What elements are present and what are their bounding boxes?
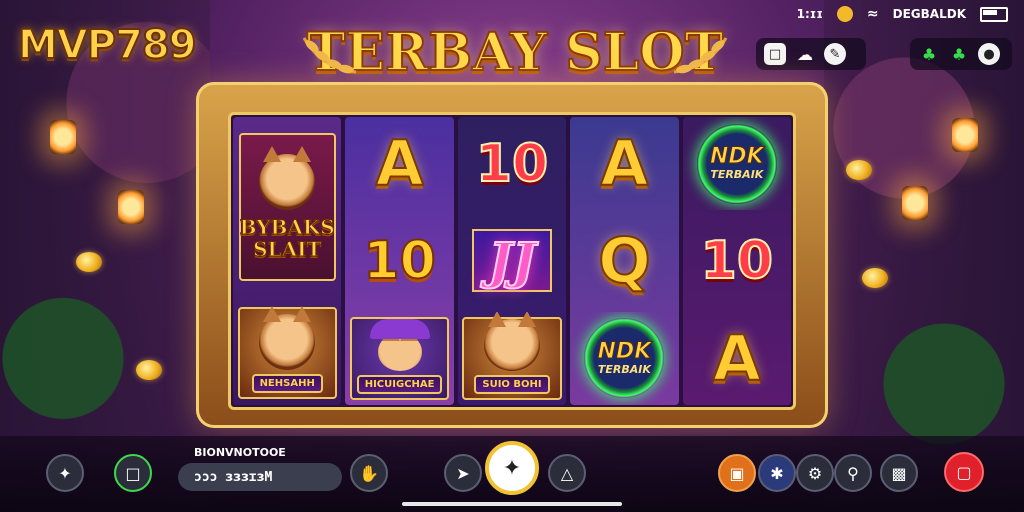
- wifi-icon: ≈: [866, 6, 879, 22]
- reel-cell: NDK TERBAIK: [570, 312, 678, 405]
- ndk-symbol-subtitle: TERBAIK: [710, 168, 764, 182]
- game-title: TERBAY SLOT: [306, 21, 725, 84]
- reel-cell: SUIO BOHI: [458, 311, 566, 405]
- ndk-symbol-title: NDK: [709, 144, 764, 170]
- lantern-right: [952, 118, 978, 152]
- hand-icon[interactable]: ✋: [350, 454, 388, 492]
- coin-decoration: [136, 360, 162, 380]
- wizard-hat-icon: [369, 319, 430, 340]
- ndk-symbol-subtitle: TERBAIK: [597, 362, 651, 376]
- game-title-banner: TERBAY SLOT: [300, 18, 730, 88]
- ndk-symbol: NDK TERBAIK: [696, 123, 777, 204]
- wild-symbol: SUIO BOHI: [462, 311, 562, 400]
- reel-cell: A: [345, 117, 453, 210]
- wild-symbol-label: HICUIGCHAE: [356, 374, 443, 394]
- brand-logo: MVP789: [17, 21, 198, 69]
- reel-frame: BYBAKS SLAIT NEHSAHH A 10 HICUIGCHAE 10 …: [196, 82, 828, 428]
- letter-symbol: A: [599, 126, 649, 201]
- reel-cell: A: [683, 312, 791, 405]
- wizard-portrait-icon: [377, 325, 422, 371]
- jj-symbol: JJ: [472, 229, 552, 293]
- gear-icon[interactable]: ⚙: [796, 454, 834, 492]
- ndk-symbol: NDK TERBAIK: [584, 318, 665, 399]
- reel-cell: Q: [570, 214, 678, 307]
- menu-sparkle-icon[interactable]: ✦: [46, 454, 84, 492]
- reel-2: A 10 HICUIGCHAE: [345, 117, 454, 405]
- coin-decoration: [846, 160, 872, 180]
- number-symbol: 10: [475, 133, 549, 195]
- clover-icon-2[interactable]: ♣: [948, 43, 970, 65]
- wild-symbol: HICUIGCHAE: [349, 317, 450, 400]
- lantern-left-2: [118, 190, 144, 224]
- puma-portrait-icon: [484, 311, 540, 371]
- top-right-panel-right: ♣ ♣ ●: [910, 38, 1012, 70]
- network-label: DEGBALDK: [892, 7, 966, 21]
- lion-portrait-icon: [259, 305, 316, 370]
- top-right-panel-left: □ ☁ ✎: [756, 38, 866, 70]
- lantern-left: [50, 120, 76, 154]
- turbo-icon[interactable]: △: [548, 454, 586, 492]
- arrow-icon[interactable]: ➤: [444, 454, 482, 492]
- balance-panel: BIONVNOTOOE ɔɔɔ ɜɜɜɪɜM: [178, 446, 342, 491]
- status-time: 1:ɪɪ: [796, 7, 823, 21]
- reel-cell: NDK TERBAIK: [683, 117, 791, 210]
- puzzle-icon[interactable]: ✱: [758, 454, 796, 492]
- clover-icon[interactable]: ♣: [918, 43, 940, 65]
- hero-portrait-icon: [259, 145, 316, 210]
- wild-symbol-label: NEHSAHH: [251, 373, 323, 393]
- laurel-right-icon: [673, 37, 728, 74]
- battery-icon: [980, 6, 1008, 22]
- reel-5: NDK TERBAIK 10 A: [682, 117, 792, 405]
- letter-symbol: A: [375, 126, 425, 201]
- settings-icon[interactable]: ✎: [824, 43, 846, 65]
- reel-cell: 10: [458, 117, 566, 210]
- exit-icon[interactable]: ▢: [944, 452, 984, 492]
- balance-value: ɔɔɔ ɜɜɜɪɜM: [178, 463, 342, 491]
- coin-decoration: [862, 268, 888, 288]
- balance-label: BIONVNOTOOE: [194, 446, 286, 459]
- coin-decoration: [76, 252, 102, 272]
- number-symbol: 10: [700, 230, 774, 292]
- reel-1: BYBAKS SLAIT NEHSAHH: [233, 117, 342, 405]
- title-symbol-line2: SLAIT: [253, 236, 322, 261]
- reel-cell: NEHSAHH: [233, 301, 341, 405]
- wild-symbol-label: SUIO BOHI: [474, 374, 550, 394]
- letter-symbol: A: [712, 321, 762, 396]
- laurel-left-icon: [302, 37, 357, 74]
- title-symbol-line1: BYBAKS: [239, 214, 335, 239]
- search-icon[interactable]: ⚲: [834, 454, 872, 492]
- reel-cell: 10: [345, 214, 453, 307]
- window-icon[interactable]: □: [764, 43, 786, 65]
- reel-grid: BYBAKS SLAIT NEHSAHH A 10 HICUIGCHAE 10 …: [228, 112, 796, 410]
- wild-symbol: NEHSAHH: [237, 305, 337, 399]
- home-indicator: [402, 502, 622, 506]
- lobby-icon[interactable]: □: [114, 454, 152, 492]
- gift-icon[interactable]: ▣: [718, 454, 756, 492]
- reel-cell: 10: [683, 214, 791, 307]
- number-symbol: 10: [362, 230, 436, 292]
- spin-button[interactable]: ✦: [485, 441, 539, 495]
- ndk-symbol-title: NDK: [597, 338, 652, 364]
- letter-symbol: Q: [597, 223, 652, 298]
- lantern-right-2: [902, 186, 928, 220]
- chat-icon[interactable]: ▩: [880, 454, 918, 492]
- cloud-icon[interactable]: ☁: [794, 43, 816, 65]
- reel-4: A Q NDK TERBAIK: [570, 117, 679, 405]
- reel-cell: BYBAKS SLAIT: [233, 117, 341, 297]
- reel-cell: HICUIGCHAE: [345, 312, 453, 405]
- help-icon[interactable]: ●: [978, 43, 1000, 65]
- reel-cell: A: [570, 117, 678, 210]
- status-bar: 1:ɪɪ ≈ DEGBALDK: [797, 6, 1008, 22]
- notification-icon: [836, 6, 853, 22]
- title-symbol: BYBAKS SLAIT: [238, 132, 336, 281]
- reel-cell: JJ: [458, 214, 566, 307]
- reel-3: 10 JJ SUIO BOHI: [457, 117, 567, 405]
- spin-icon: ✦: [502, 455, 522, 481]
